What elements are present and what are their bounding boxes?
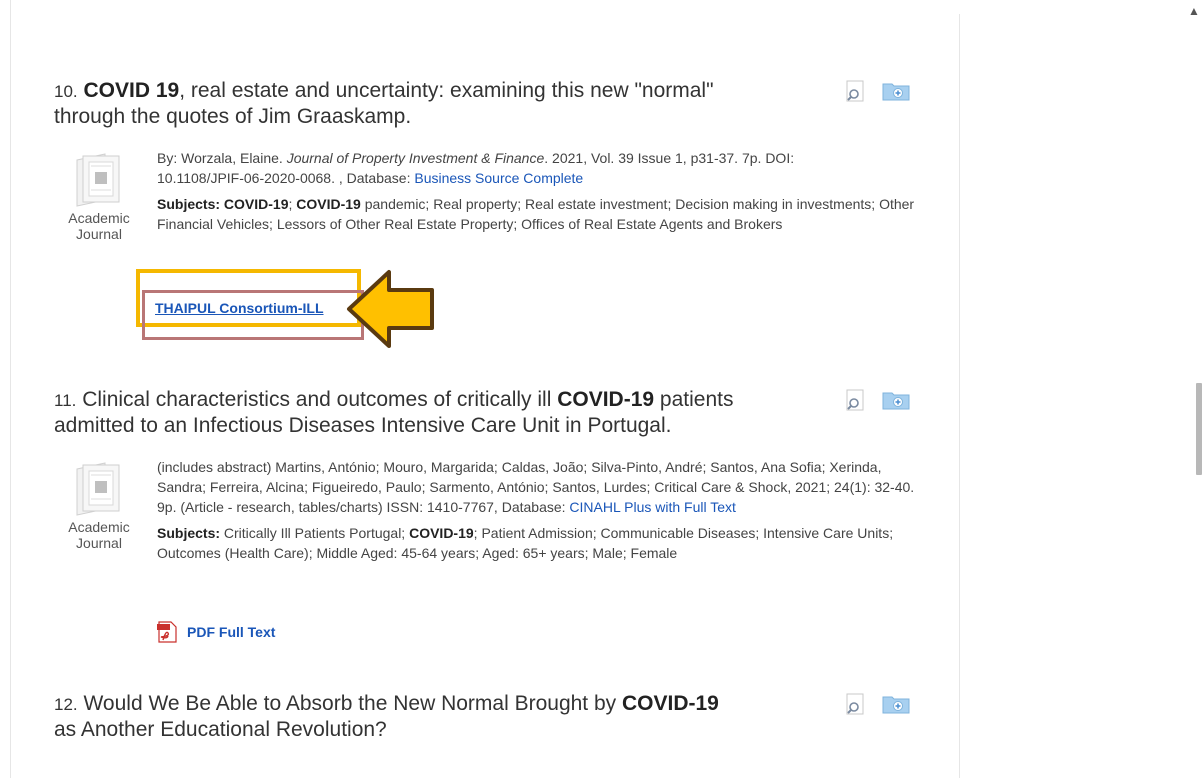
magnifier-preview-icon[interactable]: [844, 389, 866, 411]
publication-type: Academic Journal: [54, 150, 144, 242]
journal-name: Journal of Property Investment & Finance: [286, 150, 545, 166]
title-highlight: COVID-19: [557, 388, 655, 411]
title-text-line2: admitted to an Infectious Diseases Inten…: [54, 414, 672, 437]
title-text: patients: [654, 388, 734, 411]
publication-type: Academic Journal: [54, 459, 144, 551]
type-label: Academic: [68, 519, 130, 535]
add-to-folder-icon[interactable]: [882, 694, 910, 714]
subject-terms: Critically Ill Patients Portugal;: [223, 525, 410, 541]
subjects: Subjects: Critically Ill Patients Portug…: [157, 523, 917, 563]
title-text: Would We Be Able to Absorb the New Norma…: [83, 692, 622, 715]
callout-arrow-icon: [347, 270, 434, 348]
result-number: 12.: [54, 695, 78, 714]
type-label: Journal: [76, 226, 122, 242]
byline: . 2021, Vol. 39 Issue 1, p31-37. 7p. DOI…: [544, 150, 795, 166]
byline: By: Worzala, Elaine.: [157, 150, 287, 166]
title-text: Clinical characteristics and outcomes of…: [82, 388, 558, 411]
pdf-full-text-label: PDF Full Text: [187, 624, 276, 640]
academic-journal-icon: [76, 153, 120, 207]
result-tools: [844, 691, 910, 717]
database-link[interactable]: CINAHL Plus with Full Text: [569, 499, 736, 515]
academic-journal-icon: [76, 462, 120, 516]
subjects-label: Subjects:: [157, 525, 221, 541]
subject-term: COVID-19: [409, 525, 474, 541]
database-link[interactable]: Business Source Complete: [414, 170, 583, 186]
result-tools: [844, 387, 910, 413]
left-divider: [10, 0, 11, 778]
result-number: 11.: [54, 391, 77, 410]
thaipul-ill-link[interactable]: THAIPUL Consortium-ILL: [155, 300, 324, 316]
citation: (includes abstract) Martins, António; Mo…: [157, 459, 915, 515]
results-list: 10. COVID 19, real estate and uncertaint…: [0, 0, 960, 778]
magnifier-preview-icon[interactable]: [844, 693, 866, 715]
scroll-up-arrow-icon[interactable]: ▲: [1188, 4, 1200, 18]
pdf-full-text-link[interactable]: PDF Full Text: [157, 621, 275, 643]
subject-term: COVID-19: [296, 196, 361, 212]
pdf-icon: [157, 621, 177, 643]
title-highlight: COVID 19: [83, 79, 180, 102]
result-title-11[interactable]: 11. Clinical characteristics and outcome…: [54, 387, 814, 438]
scrollbar-thumb[interactable]: [1196, 383, 1202, 475]
result-tools: [844, 78, 910, 104]
result-details: (includes abstract) Martins, António; Mo…: [157, 457, 917, 563]
title-text-line2: through the quotes of Jim Graaskamp.: [54, 105, 412, 128]
type-label: Journal: [76, 535, 122, 551]
add-to-folder-icon[interactable]: [882, 390, 910, 410]
title-text-line2: as Another Educational Revolution?: [54, 718, 387, 741]
result-number: 10.: [54, 82, 78, 101]
right-sidebar: [960, 0, 1202, 778]
result-title-12[interactable]: 12. Would We Be Able to Absorb the New N…: [54, 691, 814, 742]
type-label: Academic: [68, 210, 130, 226]
subjects-label: Subjects:: [157, 196, 221, 212]
subject-term: COVID-19: [223, 196, 289, 212]
result-details: By: Worzala, Elaine. Journal of Property…: [157, 148, 917, 234]
title-highlight: COVID-19: [622, 692, 719, 715]
byline: 10.1108/JPIF-06-2020-0068. , Database:: [157, 170, 415, 186]
title-text: , real estate and uncertainty: examining…: [179, 79, 714, 102]
result-title-10[interactable]: 10. COVID 19, real estate and uncertaint…: [54, 78, 814, 129]
add-to-folder-icon[interactable]: [882, 81, 910, 101]
magnifier-preview-icon[interactable]: [844, 80, 866, 102]
subjects: Subjects: COVID-19; COVID-19 pandemic; R…: [157, 194, 917, 234]
